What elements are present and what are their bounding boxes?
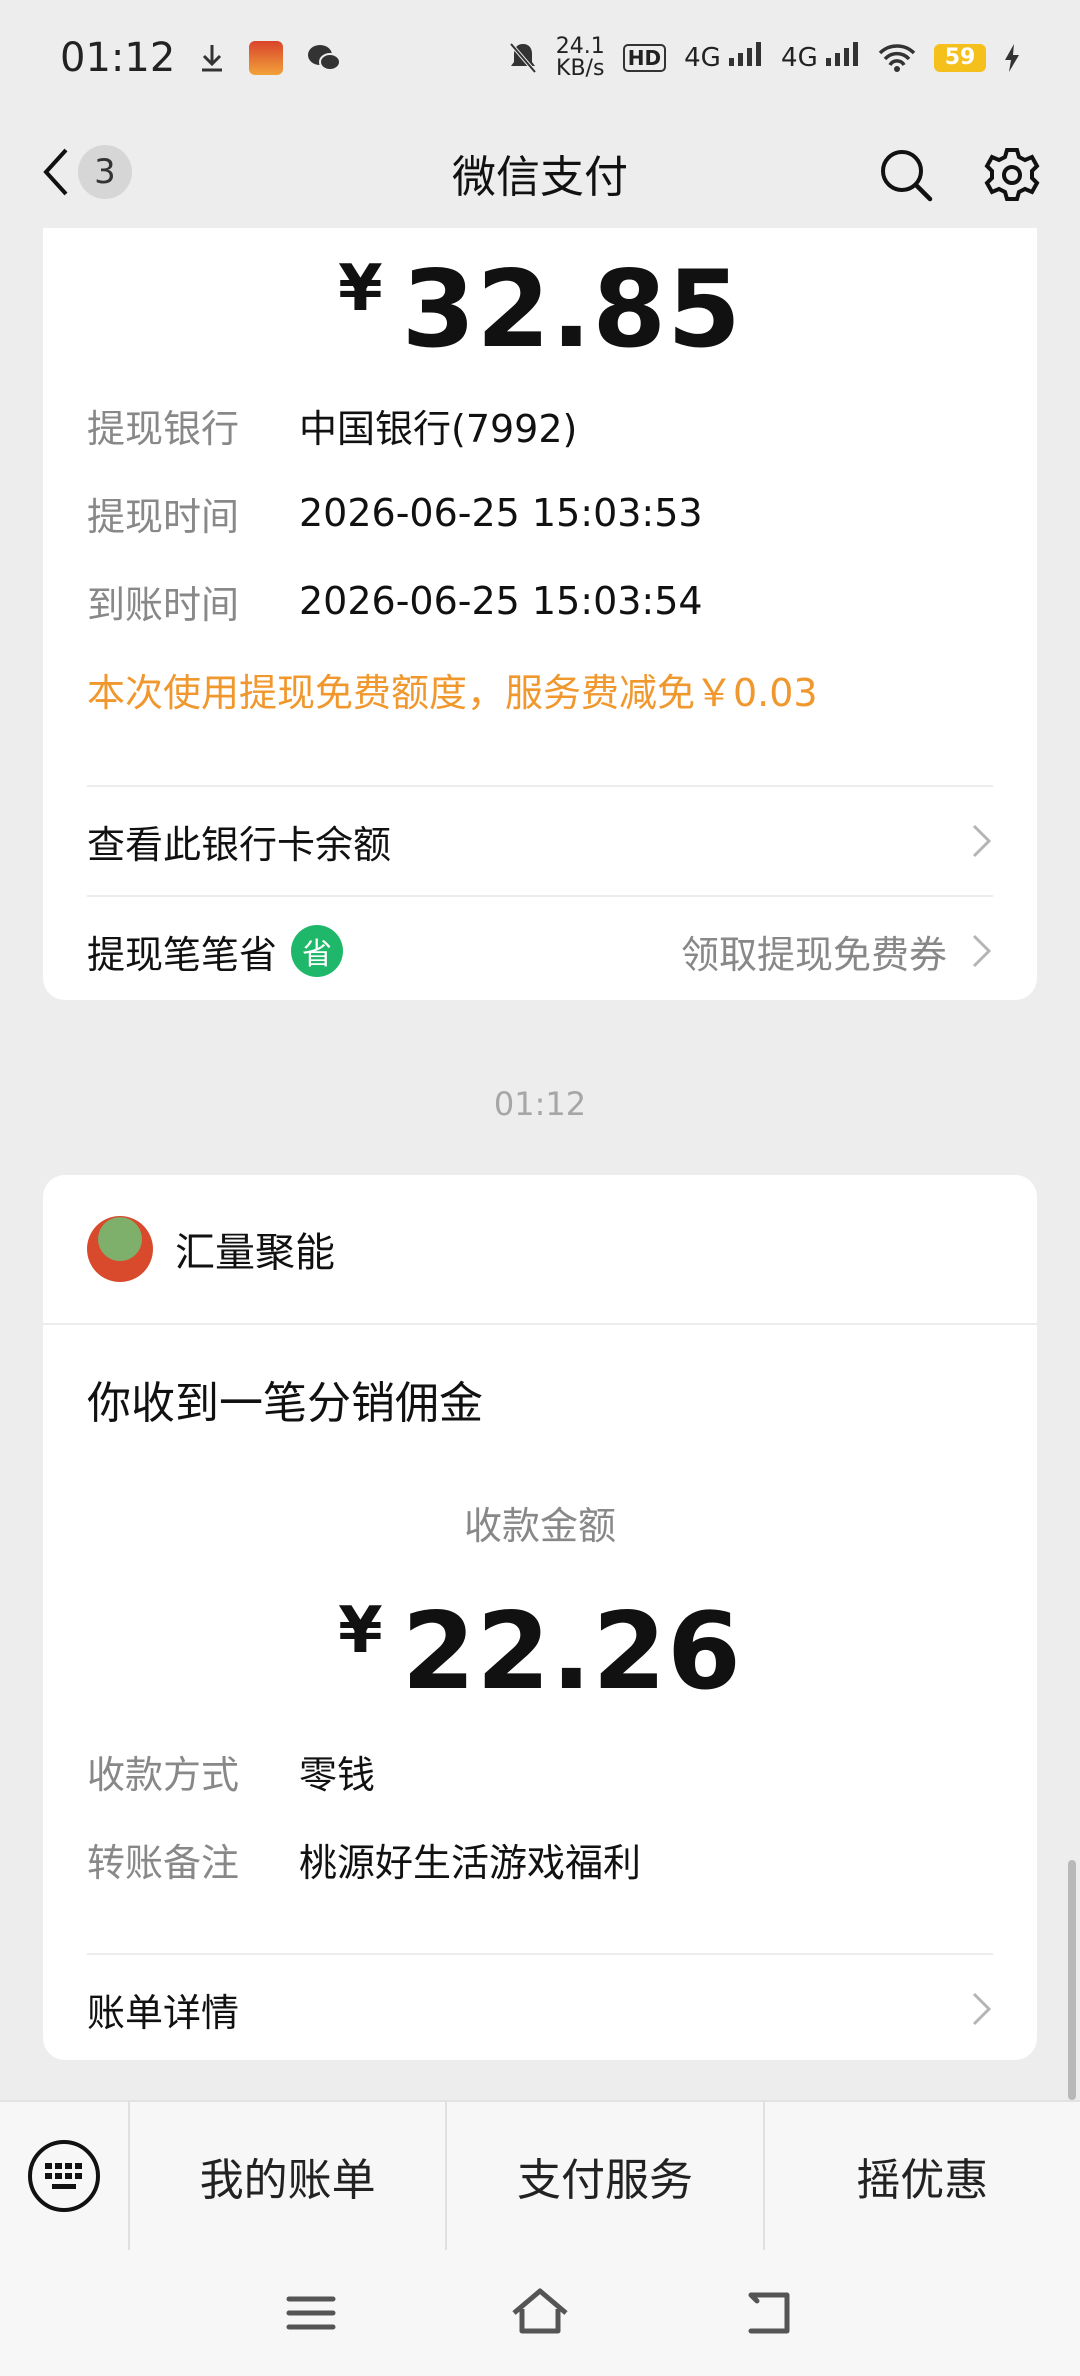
info-value: 桃源好生活游戏福利 <box>299 1840 642 1885</box>
merchant-avatar <box>87 1216 153 1282</box>
bottom-menu-bar: 我的账单 支付服务 摇优惠 <box>0 2100 1080 2251</box>
page-title: 微信支付 <box>452 151 628 203</box>
net-speed-unit: KB/s <box>556 55 605 81</box>
back-button[interactable]: 3 <box>40 145 132 199</box>
view-balance-row[interactable]: 查看此银行卡余额 <box>87 787 993 895</box>
save-badge-icon: 省 <box>291 925 344 977</box>
amount-value: 22.26 <box>401 1590 742 1713</box>
amount-label: 收款金额 <box>463 1504 616 1548</box>
sim2-label: 4G <box>781 43 818 73</box>
hd-icon: HD <box>622 43 667 72</box>
signal-icon <box>729 42 762 66</box>
network-speed: 24.1 KB/s <box>555 33 605 81</box>
signal-icon <box>826 42 858 66</box>
currency-symbol: ¥ <box>338 252 384 326</box>
view-balance-label: 查看此银行卡余额 <box>87 822 392 867</box>
message-title: 你收到一笔分销佣金 <box>87 1378 483 1429</box>
bill-details-row[interactable]: 账单详情 <box>87 1955 993 2063</box>
app-header: 3 微信支付 <box>0 115 1080 230</box>
unread-count-badge: 3 <box>78 145 132 199</box>
claim-coupon-link: 领取提现免费券 <box>680 932 947 977</box>
sim1-signal: 4G <box>684 42 763 73</box>
fee-saver-label: 提现笔笔省 <box>87 932 278 977</box>
fee-saver-row[interactable]: 提现笔笔省 省 领取提现免费券 <box>87 897 993 1005</box>
sim1-label: 4G <box>684 43 721 73</box>
bill-details-label: 账单详情 <box>87 1990 240 2035</box>
info-row-arrival-time: 到账时间 2026-06-25 15:03:54 <box>87 557 993 645</box>
info-row-remark: 转账备注 桃源好生活游戏福利 <box>87 1815 993 1903</box>
chevron-right-icon <box>972 824 992 858</box>
wechat-icon <box>307 43 342 73</box>
amount-value: 32.85 <box>401 248 742 371</box>
menu-my-bills[interactable]: 我的账单 <box>130 2101 448 2251</box>
info-value: 2026-06-25 15:03:54 <box>299 579 703 623</box>
currency-symbol: ¥ <box>338 1594 384 1668</box>
withdrawal-amount: ¥32.85 <box>43 248 1037 371</box>
net-speed-value: 24.1 <box>555 33 605 59</box>
receipt-amount: ¥22.26 <box>43 1590 1037 1713</box>
mute-icon <box>508 41 538 75</box>
battery-icon: 59 <box>934 43 986 72</box>
message-timestamp: 01:12 <box>493 1085 587 1123</box>
chevron-left-icon <box>43 148 68 196</box>
info-label: 转账备注 <box>87 1840 240 1885</box>
menu-icon[interactable] <box>279 2281 343 2345</box>
status-bar: 01:12 24.1 KB/s HD 4G 4G 59 <box>0 0 1080 115</box>
info-label: 提现时间 <box>87 494 240 539</box>
sim2-signal: 4G <box>781 42 860 73</box>
receipt-card: 汇量聚能 你收到一笔分销佣金 收款金额 ¥22.26 收款方式 零钱 转账备注 … <box>43 1175 1037 2060</box>
wifi-icon <box>878 43 916 72</box>
info-label: 收款方式 <box>87 1752 240 1797</box>
chevron-right-icon <box>972 1992 992 2026</box>
merchant-name: 汇量聚能 <box>175 1230 335 1276</box>
merchant-header[interactable]: 汇量聚能 <box>43 1175 1037 1325</box>
info-value: 中国银行(7992) <box>299 406 578 451</box>
charging-icon <box>1004 43 1020 72</box>
fee-waiver-notice: 本次使用提现免费额度，服务费减免￥0.03 <box>87 670 818 715</box>
info-label: 提现银行 <box>87 406 240 451</box>
system-nav-bar <box>0 2250 1080 2376</box>
scrollbar[interactable] <box>1068 1860 1076 2100</box>
menu-pay-services[interactable]: 支付服务 <box>447 2101 765 2251</box>
search-icon[interactable] <box>878 147 934 203</box>
status-time: 01:12 <box>60 34 176 81</box>
keyboard-icon <box>28 2140 100 2212</box>
info-row-method: 收款方式 零钱 <box>87 1727 993 1815</box>
gear-icon[interactable] <box>984 147 1040 203</box>
withdrawal-card: ¥32.85 提现银行 中国银行(7992) 提现时间 2026-06-25 1… <box>43 228 1037 1000</box>
info-row-bank: 提现银行 中国银行(7992) <box>87 381 993 469</box>
download-icon <box>199 43 225 73</box>
chevron-right-icon <box>972 934 992 968</box>
home-icon[interactable] <box>508 2281 572 2345</box>
info-value: 零钱 <box>299 1752 376 1797</box>
keyboard-toggle-button[interactable] <box>0 2101 130 2251</box>
menu-shake-deals[interactable]: 摇优惠 <box>765 2101 1080 2251</box>
app-notification-icon <box>249 40 284 75</box>
info-row-withdraw-time: 提现时间 2026-06-25 15:03:53 <box>87 469 993 557</box>
back-nav-icon[interactable] <box>737 2281 801 2345</box>
info-label: 到账时间 <box>87 582 240 627</box>
info-value: 2026-06-25 15:03:53 <box>299 491 703 535</box>
